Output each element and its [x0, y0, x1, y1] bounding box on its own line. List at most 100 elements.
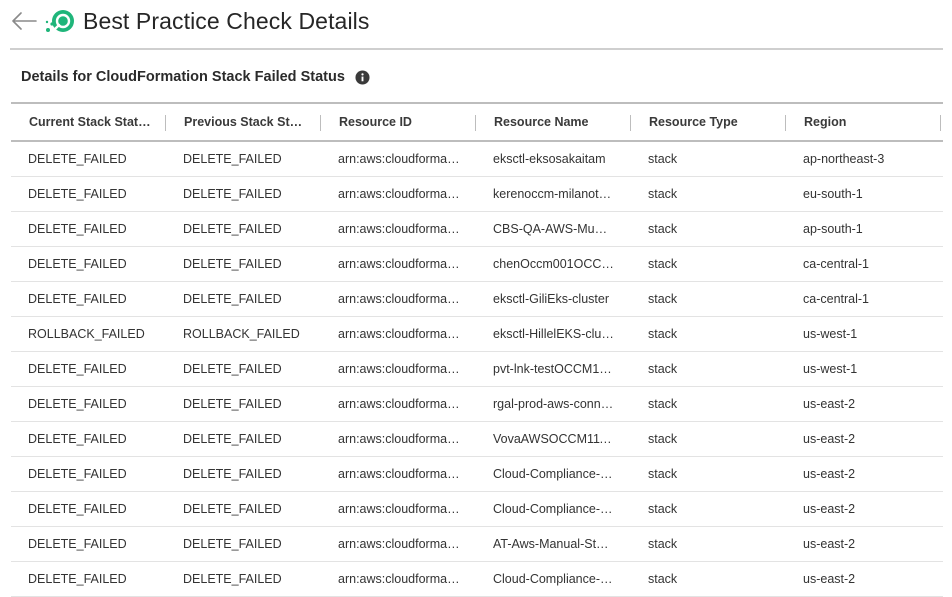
cell-text: arn:aws:cloudformation: [338, 467, 460, 481]
cell-text: us-west-1: [803, 362, 858, 376]
table-row[interactable]: ROLLBACK_FAILED ROLLBACK_FAILED arn:aws:cl…: [11, 317, 943, 352]
cell-resource-type: stack: [631, 387, 786, 421]
cell-text: arn:aws:cloudformation: [338, 152, 460, 166]
cell-resource-id: arn:aws:cloudformation: [321, 527, 476, 561]
cell-text: kerenoccm-milanotest: [493, 187, 615, 201]
info-icon[interactable]: [355, 69, 371, 85]
table-row[interactable]: DELETE_FAILED DELETE_FAILED arn:aws:cloudf…: [11, 527, 943, 562]
table-row[interactable]: DELETE_FAILED DELETE_FAILED arn:aws:cloudf…: [11, 492, 943, 527]
cell-current-stack-status: DELETE_FAILED: [11, 352, 166, 386]
table-row[interactable]: DELETE_FAILED DELETE_FAILED arn:aws:cloudf…: [11, 212, 943, 247]
column-resize-handle[interactable]: [940, 115, 941, 131]
table-row[interactable]: DELETE_FAILED DELETE_FAILED arn:aws:cloudf…: [11, 387, 943, 422]
cell-resource-name: chenOccm001OCCM1: [476, 247, 631, 281]
table-row[interactable]: DELETE_FAILED DELETE_FAILED arn:aws:cloudf…: [11, 422, 943, 457]
table-row[interactable]: DELETE_FAILED DELETE_FAILED arn:aws:cloudf…: [11, 457, 943, 492]
details-table: Current Stack Status Previous Stack Statu…: [11, 102, 943, 597]
cell-text: DELETE_FAILED: [183, 432, 282, 446]
cell-text: Cloud-Compliance-Stack: [493, 467, 615, 481]
column-header-label: Resource Type: [649, 115, 738, 129]
cell-text: ROLLBACK_FAILED: [183, 327, 300, 341]
cell-text: arn:aws:cloudformation: [338, 257, 460, 271]
cell-text: DELETE_FAILED: [28, 187, 127, 201]
cell-text: DELETE_FAILED: [28, 572, 127, 586]
cell-previous-stack-status: DELETE_FAILED: [166, 142, 321, 176]
cell-text: DELETE_FAILED: [183, 257, 282, 271]
cell-text: DELETE_FAILED: [183, 467, 282, 481]
cell-current-stack-status: DELETE_FAILED: [11, 282, 166, 316]
cell-resource-name: kerenoccm-milanotest: [476, 177, 631, 211]
cell-text: CBS-QA-AWS-MuMbai: [493, 222, 615, 236]
cell-text: arn:aws:cloudformation: [338, 187, 460, 201]
column-header-current-stack-status[interactable]: Current Stack Status: [11, 104, 166, 140]
cell-text: ap-south-1: [803, 222, 863, 236]
cell-previous-stack-status: DELETE_FAILED: [166, 282, 321, 316]
cell-resource-type: stack: [631, 352, 786, 386]
cell-current-stack-status: DELETE_FAILED: [11, 387, 166, 421]
cell-text: ca-central-1: [803, 257, 869, 271]
cell-region: ap-south-1: [786, 212, 941, 246]
column-header-label: Previous Stack Status: [184, 115, 306, 129]
table-row[interactable]: DELETE_FAILED DELETE_FAILED arn:aws:cloudf…: [11, 282, 943, 317]
cell-text: DELETE_FAILED: [183, 152, 282, 166]
cell-resource-id: arn:aws:cloudformation: [321, 492, 476, 526]
cell-text: us-east-2: [803, 467, 856, 481]
column-header-previous-stack-status[interactable]: Previous Stack Status: [166, 104, 321, 140]
cell-current-stack-status: DELETE_FAILED: [11, 142, 166, 176]
table-row[interactable]: DELETE_FAILED DELETE_FAILED arn:aws:cloudf…: [11, 562, 943, 597]
cell-region: eu-south-1: [786, 177, 941, 211]
table-row[interactable]: DELETE_FAILED DELETE_FAILED arn:aws:cloudf…: [11, 352, 943, 387]
cell-text: stack: [648, 257, 678, 271]
arrow-left-icon: [12, 12, 37, 30]
cell-text: arn:aws:cloudformation: [338, 397, 460, 411]
page-title: Best Practice Check Details: [83, 8, 370, 34]
cell-text: stack: [648, 432, 678, 446]
cell-resource-name: AT-Aws-Manual-Stack: [476, 527, 631, 561]
cell-resource-name: eksctl-GiliEks-cluster: [476, 282, 631, 316]
cell-region: ap-northeast-3: [786, 142, 941, 176]
cell-text: us-east-2: [803, 537, 856, 551]
cell-text: stack: [648, 292, 678, 306]
cell-resource-id: arn:aws:cloudformation: [321, 352, 476, 386]
cell-text: ap-northeast-3: [803, 152, 885, 166]
cell-resource-name: CBS-QA-AWS-MuMbai: [476, 212, 631, 246]
cell-resource-id: arn:aws:cloudformation: [321, 422, 476, 456]
cell-text: ROLLBACK_FAILED: [28, 327, 145, 341]
cell-text: stack: [648, 222, 678, 236]
page-header: Best Practice Check Details: [0, 0, 942, 48]
cell-text: DELETE_FAILED: [28, 467, 127, 481]
column-header-region[interactable]: Region: [786, 104, 941, 140]
cell-text: DELETE_FAILED: [183, 362, 282, 376]
cell-text: stack: [648, 362, 678, 376]
column-header-resource-type[interactable]: Resource Type: [631, 104, 786, 140]
table-row[interactable]: DELETE_FAILED DELETE_FAILED arn:aws:cloudf…: [11, 247, 943, 282]
cell-text: DELETE_FAILED: [183, 292, 282, 306]
cell-text: stack: [648, 467, 678, 481]
cell-region: us-east-2: [786, 492, 941, 526]
cell-text: stack: [648, 187, 678, 201]
cell-region: us-east-2: [786, 422, 941, 456]
cell-previous-stack-status: ROLLBACK_FAILED: [166, 317, 321, 351]
cell-text: stack: [648, 327, 678, 341]
cell-resource-name: VovaAWSOCCM11111: [476, 422, 631, 456]
cell-text: DELETE_FAILED: [28, 292, 127, 306]
cell-text: DELETE_FAILED: [28, 222, 127, 236]
table-row[interactable]: DELETE_FAILED DELETE_FAILED arn:aws:cloudf…: [11, 177, 943, 212]
table-row[interactable]: DELETE_FAILED DELETE_FAILED arn:aws:cloudf…: [11, 142, 943, 177]
cell-resource-name: eksctl-HillelEKS-cluster: [476, 317, 631, 351]
column-header-resource-id[interactable]: Resource ID: [321, 104, 476, 140]
cell-text: rgal-prod-aws-connector: [493, 397, 615, 411]
section-title-text: Details for CloudFormation Stack Failed …: [21, 69, 345, 85]
cell-previous-stack-status: DELETE_FAILED: [166, 527, 321, 561]
cell-text: eksctl-GiliEks-cluster: [493, 292, 609, 306]
cell-resource-type: stack: [631, 212, 786, 246]
cell-text: DELETE_FAILED: [183, 537, 282, 551]
table-header: Current Stack Status Previous Stack Statu…: [11, 102, 943, 142]
back-button[interactable]: [10, 9, 38, 33]
column-header-resource-name[interactable]: Resource Name: [476, 104, 631, 140]
cell-region: us-east-2: [786, 562, 941, 596]
cell-current-stack-status: DELETE_FAILED: [11, 422, 166, 456]
column-header-label: Region: [804, 115, 847, 129]
cell-resource-name: Cloud-Compliance-Stack: [476, 457, 631, 491]
cell-previous-stack-status: DELETE_FAILED: [166, 422, 321, 456]
